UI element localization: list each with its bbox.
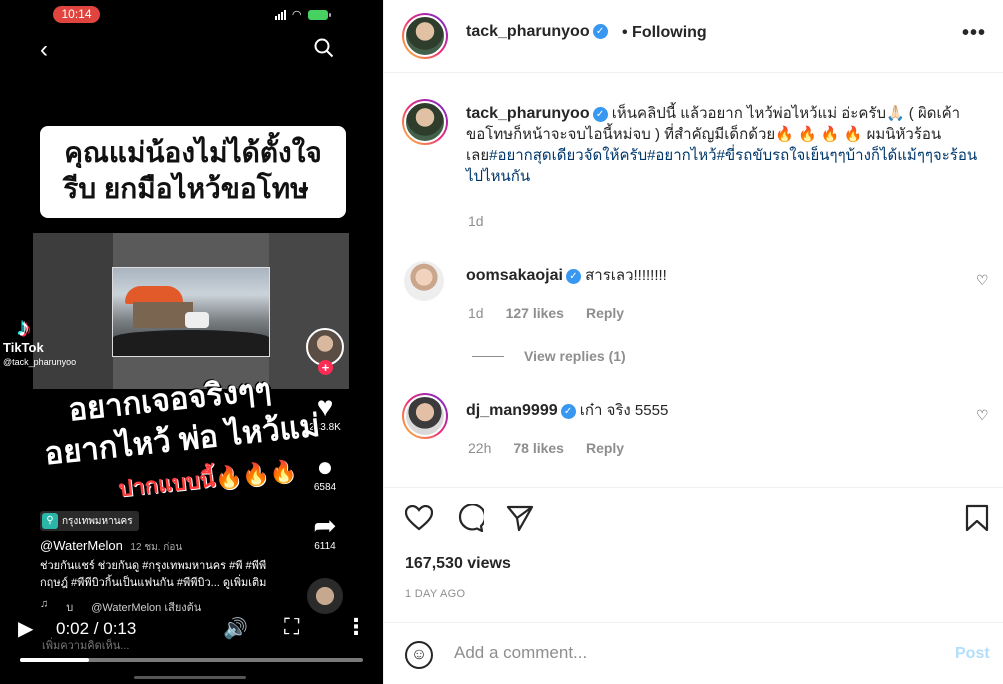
share-count: 6114: [314, 541, 336, 552]
caption-avatar[interactable]: [402, 99, 448, 145]
author-username[interactable]: tack_pharunyoo ✓: [466, 23, 608, 41]
view-replies-label: View replies (1): [524, 348, 626, 364]
comment-action[interactable]: ● 6584: [300, 451, 350, 494]
more-options-icon[interactable]: •••: [962, 22, 986, 45]
dashcam-clip: [112, 267, 270, 357]
comment-bar: ☺ Post: [384, 622, 1003, 684]
verified-icon: ✓: [592, 24, 608, 40]
commenter-avatar[interactable]: [404, 261, 444, 301]
desc-line-2: กฤษฎ์ #พีพีบิวกิ้นเป็นแฟนกัน #พีพีบิว...…: [40, 577, 267, 589]
signal-icon: [275, 9, 286, 20]
author-avatar[interactable]: [402, 13, 448, 59]
post-comment-button[interactable]: Post: [955, 645, 990, 663]
comment-age: 1d: [468, 305, 484, 321]
post-panel: tack_pharunyoo ✓ • Following ••• tack_pha…: [383, 0, 1003, 684]
comment-age: 22h: [468, 440, 492, 456]
comment-likes[interactable]: 127 likes: [506, 305, 564, 321]
progress-fill: [20, 658, 89, 662]
commenter-avatar[interactable]: [402, 393, 448, 439]
save-icon[interactable]: [965, 504, 989, 537]
status-icons: ◠: [275, 8, 331, 21]
share-action[interactable]: ➦ 6114: [300, 510, 350, 553]
search-icon[interactable]: [314, 38, 334, 64]
view-replies[interactable]: View replies (1): [472, 348, 626, 364]
comment-input[interactable]: [454, 643, 924, 663]
author-ago: 12 ชม. ก่อน: [130, 542, 183, 553]
tiktok-name: TikTok: [3, 340, 44, 355]
follow-label: Following: [632, 24, 707, 41]
caption-username[interactable]: tack_pharunyoo: [466, 105, 590, 122]
tiktok-user: @tack_pharunyoo: [3, 357, 77, 367]
emoji-icon[interactable]: ☺: [405, 641, 433, 669]
comment-item: oomsakaojai ✓ สารเลว!!!!!!!!: [466, 263, 667, 287]
video-caption-line2: รีบ ยกมือไหว้ขอโทษ: [52, 168, 320, 214]
comment-item: dj_man9999 ✓ เก๋า จริง 5555: [466, 398, 668, 422]
view-count[interactable]: 167,530 views: [405, 555, 511, 573]
player-controls: ▶ 0:02 / 0:13 🔊 ⛶ ⋮ เพิ่มความคิดเห็น...: [0, 612, 383, 684]
comment-hint: เพิ่มความคิดเห็น...: [42, 640, 130, 652]
comment-count: 6584: [313, 482, 337, 493]
back-icon[interactable]: ‹: [40, 36, 48, 64]
reply-button[interactable]: Reply: [586, 305, 624, 321]
home-indicator: [134, 676, 246, 679]
verified-icon: ✓: [560, 403, 576, 419]
progress-bar[interactable]: [20, 658, 363, 662]
verified-icon: ✓: [592, 106, 608, 122]
comment-username[interactable]: oomsakaojai: [466, 267, 563, 284]
video-author[interactable]: @WaterMelon 12 ชม. ก่อน: [40, 538, 182, 555]
username-text: tack_pharunyoo: [466, 23, 590, 40]
like-comment-icon[interactable]: ♡: [976, 407, 989, 424]
music-disc-icon[interactable]: [307, 578, 343, 614]
comment-text: สารเลว!!!!!!!!: [585, 267, 667, 284]
wifi-icon: ◠: [292, 9, 302, 21]
like-comment-icon[interactable]: ♡: [976, 272, 989, 289]
play-icon[interactable]: ▶: [18, 616, 33, 641]
location-pin-icon: ⚲: [42, 513, 58, 529]
location-tag[interactable]: ⚲ กรุงเทพมหานคร: [40, 511, 139, 531]
more-icon[interactable]: ⋮: [345, 614, 367, 640]
comment-bubble-icon[interactable]: [456, 503, 487, 537]
caption-hashtags[interactable]: #อยากสุดเดียวจัดให้ครับ#อยากไหว้#ขี่รถขั…: [466, 147, 977, 185]
share-icon[interactable]: [506, 504, 534, 537]
reply-button[interactable]: Reply: [586, 440, 624, 456]
post-header: tack_pharunyoo ✓ • Following •••: [384, 0, 1003, 73]
desc-line-1: ช่วยกันแชร์ ช่วยกันดู #กรุงเทพมหานคร #พี…: [40, 560, 267, 572]
comment-text: เก๋า จริง 5555: [579, 402, 669, 419]
verified-icon: ✓: [565, 268, 581, 284]
comment-likes[interactable]: 78 likes: [513, 440, 564, 456]
share-icon: ➦: [313, 510, 337, 541]
video-frame: [33, 233, 349, 389]
tiktok-watermark: ♪ TikTok @tack_pharunyoo: [3, 314, 76, 367]
post-date: 1 DAY AGO: [405, 588, 466, 600]
follow-plus-icon[interactable]: +: [318, 360, 333, 375]
follow-status[interactable]: • Following: [622, 24, 707, 42]
comment-username[interactable]: dj_man9999: [466, 402, 558, 419]
author-name: @WaterMelon: [40, 538, 123, 553]
video-player[interactable]: 10:14 ◠ ‹ คุณแม่น้องไม่ได้ตั้งใจจึง รีบ …: [0, 0, 383, 684]
comment-meta: 22h 78 likes Reply: [468, 440, 624, 456]
battery-icon: [307, 9, 331, 20]
comment-icon: ●: [316, 451, 334, 482]
video-description: ช่วยกันแชร์ ช่วยกันดู #กรุงเทพมหานคร #พี…: [40, 558, 290, 592]
like-icon[interactable]: [404, 504, 434, 536]
volume-icon[interactable]: 🔊: [223, 616, 248, 641]
comment-meta: 1d 127 likes Reply: [468, 305, 624, 321]
post-caption: tack_pharunyoo ✓ เห็นคลิปนี้ แล้วอยาก ไหว…: [466, 103, 981, 187]
tiktok-logo-icon: ♪: [17, 312, 31, 342]
status-time: 10:14: [53, 6, 100, 23]
fullscreen-icon[interactable]: ⛶: [284, 614, 299, 640]
caption-age: 1d: [468, 213, 484, 229]
location-label: กรุงเทพมหานคร: [62, 515, 133, 527]
